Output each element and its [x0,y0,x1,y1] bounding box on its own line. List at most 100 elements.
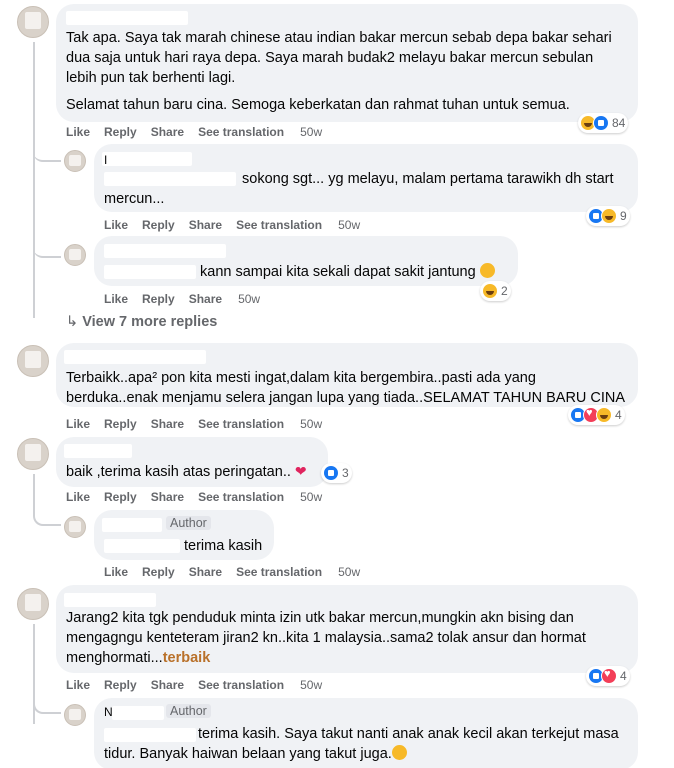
like-button[interactable]: Like [104,565,128,579]
timestamp[interactable]: 50w [338,218,360,232]
reaction-count: 2 [501,284,508,298]
reaction-summary[interactable]: 2 [480,281,511,301]
reply-button[interactable]: Reply [104,125,137,139]
commenter-name[interactable] [64,593,156,607]
share-button[interactable]: Share [151,490,184,504]
comment-text: Terbaikk..apa² pon kita mesti ingat,dala… [66,370,536,386]
comment-text: Selamat tahun baru cina. Semoga keberkat… [66,97,570,113]
mentioned-name[interactable] [104,728,196,742]
reaction-summary[interactable]: 4 [586,666,630,686]
reply-text-content: tidur. Banyak haiwan belaan yang takut j… [104,746,392,762]
see-translation-link[interactable]: See translation [198,125,284,139]
comment-text: Tak apa. Saya tak marah chinese atau ind… [66,30,612,46]
mentioned-name[interactable] [104,265,196,279]
reply-text: sokong sgt... yg melayu, malam pertama t… [242,171,614,187]
reply-button[interactable]: Reply [142,565,175,579]
commenter-name[interactable] [102,518,162,532]
avatar[interactable] [64,516,86,538]
commenter-name[interactable] [64,444,132,458]
mentioned-name[interactable] [104,172,236,186]
haha-reaction-icon [596,407,612,423]
reaction-count: 3 [342,466,349,480]
reply-text: terima kasih. Saya takut nanti anak anak… [198,726,619,742]
view-more-replies-button[interactable]: ↳ View 7 more replies [66,314,217,330]
share-button[interactable]: Share [151,678,184,692]
reaction-summary[interactable]: 84 [578,113,629,133]
reply-button[interactable]: Reply [142,218,175,232]
see-translation-link[interactable]: See translation [198,417,284,431]
heart-emoji-icon: ❤ [294,463,307,479]
comment-actions: Like Reply Share See translation 50w [66,125,336,139]
commenter-name[interactable] [112,706,164,720]
share-button[interactable]: Share [189,218,222,232]
commenter-name[interactable] [102,152,192,166]
reply-button[interactable]: Reply [104,678,137,692]
comment-text-content: baik ,terima kasih atas peringatan.. [66,464,291,480]
mentioned-name[interactable] [104,539,180,553]
avatar[interactable] [64,704,86,726]
see-translation-link[interactable]: See translation [236,218,322,232]
reaction-summary[interactable]: 9 [586,206,630,226]
comment-text: lebih pun tak berhenti lagi. [66,70,236,86]
view-more-label: View 7 more replies [82,314,218,330]
see-translation-link[interactable]: See translation [236,565,322,579]
avatar[interactable] [17,345,49,377]
like-button[interactable]: Like [66,417,90,431]
reply-actions: Like Reply Share See translation 50w [104,565,374,579]
reaction-count: 4 [620,669,627,683]
thread-line [33,42,35,318]
timestamp[interactable]: 50w [300,125,322,139]
like-button[interactable]: Like [66,678,90,692]
reaction-count: 9 [620,209,627,223]
timestamp[interactable]: 50w [300,490,322,504]
see-translation-link[interactable]: See translation [198,678,284,692]
timestamp[interactable]: 50w [300,678,322,692]
avatar[interactable] [64,150,86,172]
love-reaction-icon [601,668,617,684]
like-button[interactable]: Like [66,490,90,504]
reply-button[interactable]: Reply [104,417,137,431]
comment-actions: Like Reply Share See translation 50w [66,678,336,692]
like-button[interactable]: Like [66,125,90,139]
reaction-count: 4 [615,408,622,422]
like-button[interactable]: Like [104,292,128,306]
timestamp[interactable]: 50w [300,417,322,431]
comment-text: Jarang2 kita tgk penduduk minta izin utk… [66,610,574,626]
reaction-summary[interactable]: 3 [321,463,352,483]
reply-connector [33,140,61,162]
share-button[interactable]: Share [151,417,184,431]
reply-button[interactable]: Reply [142,292,175,306]
timestamp[interactable]: 50w [238,292,260,306]
avatar[interactable] [17,588,49,620]
author-badge: Author [166,516,211,530]
commenter-name[interactable] [66,11,188,25]
avatar[interactable] [17,6,49,38]
haha-reaction-icon [601,208,617,224]
see-more-link[interactable]: terbaik [163,650,211,666]
reply-text: I [104,153,108,167]
timestamp[interactable]: 50w [338,565,360,579]
like-button[interactable]: Like [104,218,128,232]
reply-text-content: kann sampai kita sekali dapat sakit jant… [200,264,476,280]
reply-text: mercun... [104,191,165,207]
smiling-emoji-icon [391,745,407,760]
share-button[interactable]: Share [151,125,184,139]
haha-reaction-icon [482,283,498,299]
avatar[interactable] [64,244,86,266]
reply-button[interactable]: Reply [104,490,137,504]
comment-text: mengagngu kenteteram jiran2 kn..kita 1 m… [66,630,586,646]
share-button[interactable]: Share [189,565,222,579]
avatar[interactable] [17,438,49,470]
comment-text: menghormati...terbaik [66,648,210,668]
reply-connector [33,238,61,258]
reply-connector [33,696,61,714]
see-translation-link[interactable]: See translation [198,490,284,504]
reply-actions: Like Reply Share See translation 50w [104,218,374,232]
reply-arrow-icon: ↳ [66,314,79,330]
commenter-name[interactable] [104,244,226,258]
laughing-emoji-icon [479,263,495,278]
share-button[interactable]: Share [189,292,222,306]
comment-actions: Like Reply Share See translation 50w [66,490,336,504]
reaction-summary[interactable]: 4 [568,405,625,425]
commenter-name[interactable] [64,350,206,364]
